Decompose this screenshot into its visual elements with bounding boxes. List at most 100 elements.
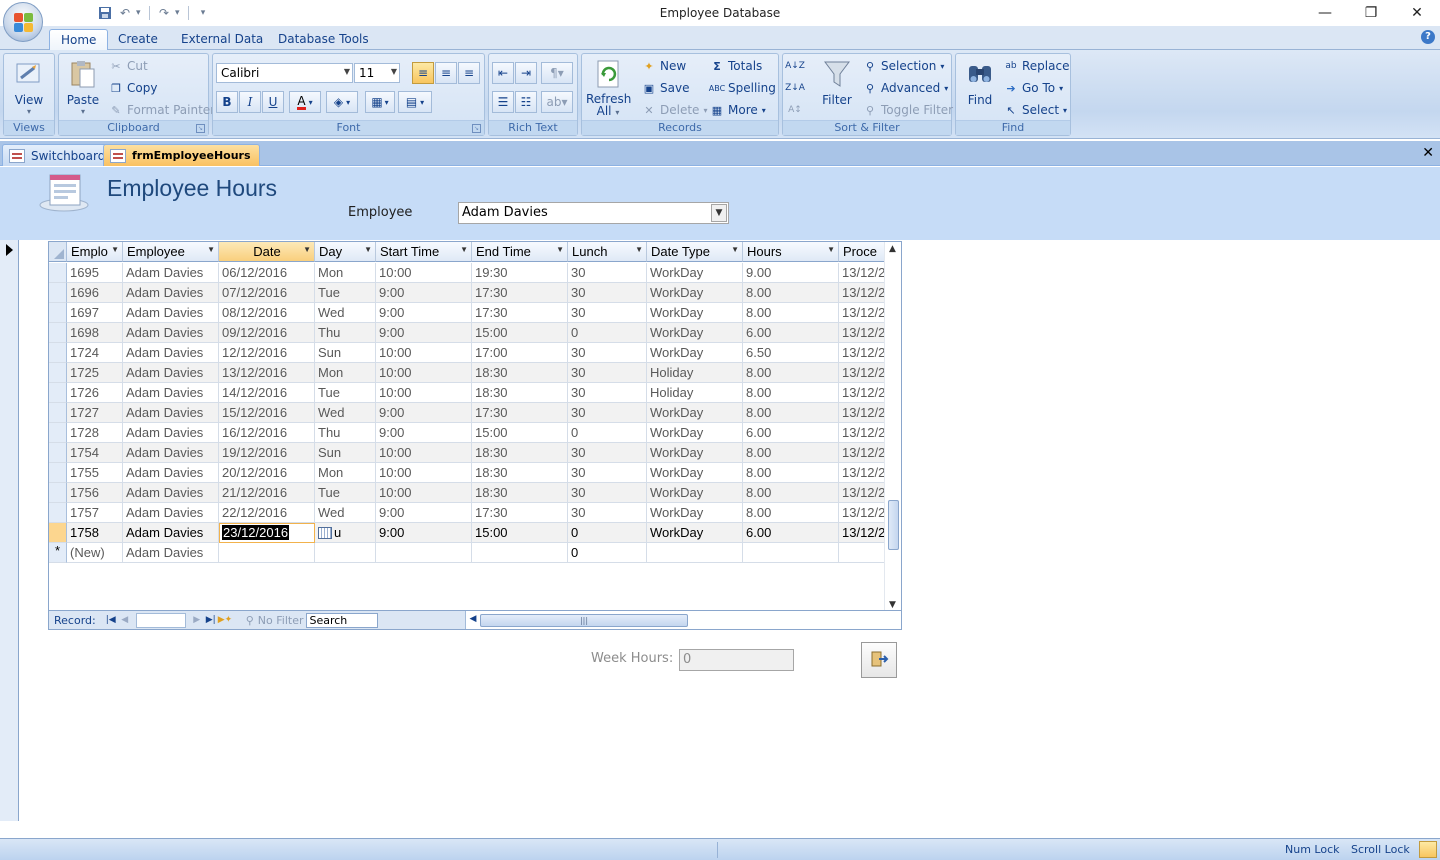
cell-col-processed[interactable]: 13/12/2 (839, 383, 885, 403)
column-header-col-employee[interactable]: Employee ▼ (123, 242, 219, 262)
cell-col-date[interactable]: 14/12/2016 (219, 383, 315, 403)
find-button[interactable]: Find (960, 56, 1000, 107)
decrease-indent-button[interactable]: ⇤ (492, 62, 514, 84)
cell-col-date-type[interactable]: WorkDay (647, 343, 743, 363)
column-header-col-end-time[interactable]: End Time ▼ (472, 242, 568, 262)
refresh-all-button[interactable]: Refresh All ▾ (586, 56, 631, 119)
row-selector[interactable] (49, 403, 67, 423)
cell-col-end-time[interactable]: 19:30 (472, 263, 568, 283)
cell-col-hours[interactable]: 8.00 (743, 363, 839, 383)
advanced-filter-button[interactable]: ⚲ Advanced ▾ (863, 78, 948, 98)
align-right-button[interactable]: ≡ (458, 62, 480, 84)
chevron-down-icon[interactable]: ▼ (207, 245, 215, 254)
cell-col-start-time[interactable]: 10:00 (376, 263, 472, 283)
cell-col-day[interactable]: Tue (315, 283, 376, 303)
row-selector[interactable] (49, 343, 67, 363)
tab-create[interactable]: Create (107, 29, 169, 51)
cell-col-end-time[interactable]: 17:30 (472, 283, 568, 303)
horizontal-scrollbar[interactable]: ◀ ||| ▶ (465, 611, 901, 629)
cell-col-day[interactable]: Tue (315, 483, 376, 503)
no-filter-button[interactable]: ⚲ No Filter (246, 611, 304, 630)
select-button[interactable]: ↖ Select ▾ (1004, 100, 1067, 120)
increase-indent-button[interactable]: ⇥ (515, 62, 537, 84)
cell-col-end-time[interactable] (472, 543, 568, 563)
scroll-down-icon[interactable]: ▼ (889, 600, 896, 610)
totals-button[interactable]: Σ Totals (710, 56, 762, 76)
cell-col-start-time[interactable]: 9:00 (376, 503, 472, 523)
cell-col-day[interactable]: Wed (315, 303, 376, 323)
chevron-down-icon[interactable]: ▼ (556, 245, 564, 254)
cell-col-id[interactable]: 1697 (67, 303, 123, 323)
chevron-down-icon[interactable]: ▼ (303, 245, 311, 254)
tab-external-data[interactable]: External Data (170, 29, 274, 51)
chevron-down-icon[interactable]: ▼ (731, 245, 739, 254)
cell-col-employee[interactable]: Adam Davies (123, 443, 219, 463)
cell-col-date[interactable]: 07/12/2016 (219, 283, 315, 303)
cell-col-date-type[interactable]: WorkDay (647, 523, 743, 543)
cell-col-date-type[interactable]: WorkDay (647, 463, 743, 483)
cell-col-lunch[interactable]: 30 (568, 383, 647, 403)
cell-col-date[interactable]: 06/12/2016 (219, 263, 315, 283)
row-selector[interactable] (49, 303, 67, 323)
more-button[interactable]: ▦ More ▾ (710, 100, 766, 120)
column-header-col-date[interactable]: Date ▼ (219, 242, 315, 262)
cell-col-lunch[interactable]: 0 (568, 423, 647, 443)
cell-col-start-time[interactable]: 9:00 (376, 523, 472, 543)
cell-col-date[interactable]: 13/12/2016 (219, 363, 315, 383)
week-hours-field[interactable]: 0 (679, 649, 794, 671)
cell-col-hours[interactable]: 6.00 (743, 423, 839, 443)
gridlines-button[interactable]: ▦ ▾ (365, 91, 395, 113)
column-header-col-processed[interactable]: Proce (839, 242, 885, 262)
doc-tab-switchboard[interactable]: Switchboard (2, 144, 115, 166)
cell-col-id[interactable]: 1758 (67, 523, 123, 543)
cell-col-id[interactable]: 1727 (67, 403, 123, 423)
new-record-button[interactable]: ✦ New (642, 56, 686, 76)
cell-col-employee[interactable]: Adam Davies (123, 463, 219, 483)
cell-col-start-time[interactable]: 9:00 (376, 303, 472, 323)
redo-icon[interactable]: ↷ (155, 4, 173, 22)
chevron-down-icon[interactable]: ▼ (827, 245, 835, 254)
cell-col-day[interactable]: Thu (315, 323, 376, 343)
cell-col-date-type[interactable]: WorkDay (647, 263, 743, 283)
highlight-button[interactable]: ab▾ (541, 91, 573, 113)
cell-col-start-time[interactable]: 10:00 (376, 443, 472, 463)
cell-col-lunch[interactable]: 0 (568, 323, 647, 343)
cell-col-date-type[interactable]: Holiday (647, 363, 743, 383)
cell-col-processed[interactable]: 13/12/2 (839, 523, 885, 543)
cell-col-hours[interactable]: 8.00 (743, 283, 839, 303)
restore-button[interactable]: ❐ (1348, 0, 1394, 26)
cell-col-lunch[interactable]: 0 (568, 543, 647, 563)
cell-col-day[interactable]: Mon (315, 263, 376, 283)
table-row[interactable]: 1727 Adam Davies 15/12/2016 Wed 9:00 17:30 30 W… (49, 403, 885, 423)
cell-col-date-type[interactable]: WorkDay (647, 483, 743, 503)
sort-ascending-button[interactable]: A↓Z (785, 56, 805, 76)
row-selector[interactable] (49, 503, 67, 523)
row-selector[interactable] (49, 323, 67, 343)
cell-col-hours[interactable]: 6.00 (743, 523, 839, 543)
cell-col-date-type[interactable]: WorkDay (647, 403, 743, 423)
close-form-button[interactable] (861, 642, 897, 678)
search-input[interactable]: Search (306, 612, 379, 628)
cell-col-id[interactable]: (New) (67, 543, 123, 563)
cell-col-start-time[interactable]: 10:00 (376, 383, 472, 403)
cell-col-id[interactable]: 1755 (67, 463, 123, 483)
cell-col-start-time[interactable]: 10:00 (376, 483, 472, 503)
cell-col-lunch[interactable]: 30 (568, 363, 647, 383)
cell-col-date-type[interactable] (647, 543, 743, 563)
office-button[interactable] (3, 2, 43, 42)
customize-toolbar-icon[interactable]: ▾ (194, 4, 212, 22)
cell-col-end-time[interactable]: 18:30 (472, 383, 568, 403)
chevron-down-icon[interactable]: ▼ (635, 245, 643, 254)
column-header-col-date-type[interactable]: Date Type ▼ (647, 242, 743, 262)
new-record-nav-icon[interactable]: ▶✦ (218, 615, 232, 625)
cell-col-day[interactable]: Mon (315, 463, 376, 483)
cell-col-employee[interactable]: Adam Davies (123, 323, 219, 343)
cell-col-id[interactable]: 1754 (67, 443, 123, 463)
cell-col-processed[interactable]: 13/12/2 (839, 323, 885, 343)
column-header-col-id[interactable]: Emplo ▼ (67, 242, 123, 262)
cell-col-start-time[interactable] (376, 543, 472, 563)
cell-col-date[interactable]: 09/12/2016 (219, 323, 315, 343)
table-row[interactable]: 1758 Adam Davies 23/12/2016 u 9:00 15:00 0 Work… (49, 523, 885, 543)
scroll-left-icon[interactable]: ◀ (466, 614, 480, 624)
cell-col-id[interactable]: 1757 (67, 503, 123, 523)
